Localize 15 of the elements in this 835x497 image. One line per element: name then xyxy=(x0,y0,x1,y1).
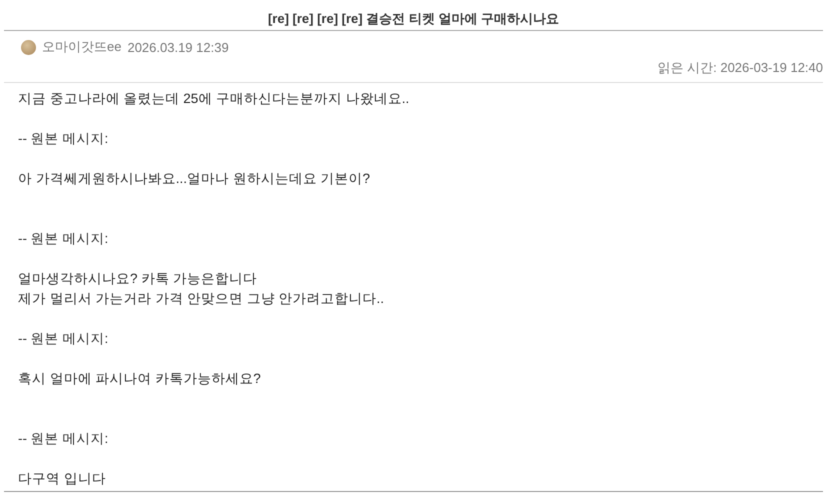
message-line: 혹시 얼마에 파시나여 카톡가능하세요? xyxy=(18,370,262,388)
message-title: [re] [re] [re] [re] 결승전 티켓 얼마에 구매하시나요 xyxy=(4,0,823,31)
message-line: 다구역 입니다 xyxy=(18,470,107,488)
message-line: 아 가격쎄게원하시나봐요...얼마나 원하시는데요 기본이? xyxy=(18,170,372,188)
read-time: 읽은 시간: 2026-03-19 12:40 xyxy=(658,59,823,77)
quote-separator: -- 원본 메시지: xyxy=(18,230,110,248)
message-line: 지금 중고나라에 올렸는데 25에 구매하신다는분까지 나왔네요.. xyxy=(18,90,410,108)
quote-separator: -- 원본 메시지: xyxy=(18,130,110,148)
message-line: 제가 멀리서 가는거라 가격 안맞으면 그냥 안가려고합니다.. xyxy=(18,290,386,308)
sent-time: 2026.03.19 12:39 xyxy=(127,40,229,54)
sender-name: 오마이갓뜨ee xyxy=(42,38,122,56)
avatar-icon xyxy=(21,40,36,54)
message-line: 얼마생각하시나요? 카톡 가능은합니다 xyxy=(18,270,258,288)
quote-separator: -- 원본 메시지: xyxy=(18,430,110,448)
quote-separator: -- 원본 메시지: xyxy=(18,330,110,348)
